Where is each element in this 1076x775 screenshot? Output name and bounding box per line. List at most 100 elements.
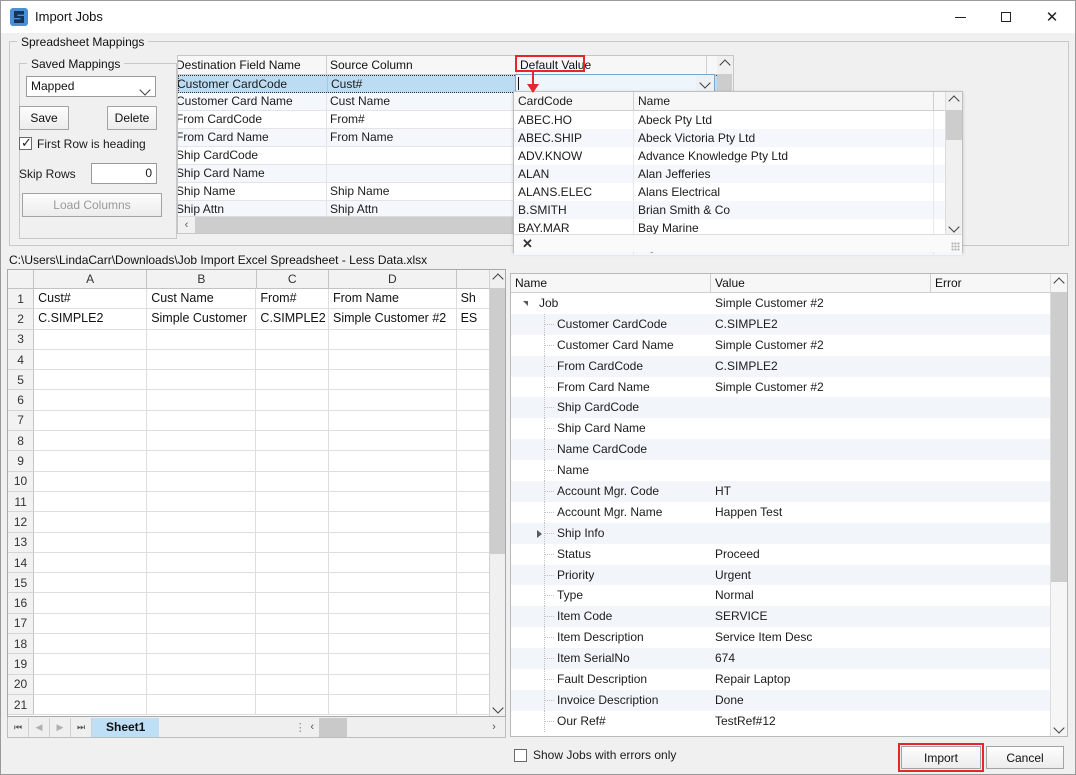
last-sheet-button[interactable]: ⏭ [71,718,92,737]
spreadsheet-row[interactable]: 19 [8,654,505,674]
spreadsheet-cell[interactable] [147,614,256,634]
tree-row[interactable]: Customer Card NameSimple Customer #2 [511,335,1067,356]
spreadsheet-cell[interactable] [256,411,329,431]
spreadsheet-vscroll-thumb[interactable] [490,288,505,554]
spreadsheet-row-header[interactable]: 8 [8,431,34,451]
spreadsheet-cell[interactable] [329,431,457,451]
spreadsheet-cell[interactable] [256,512,329,532]
spreadsheet-cell[interactable]: C.SIMPLE2 [256,309,329,329]
spreadsheet-cell[interactable] [329,330,457,350]
spreadsheet-cell[interactable] [329,675,457,695]
tree-vscrollbar[interactable] [1050,274,1067,736]
sheet-hscroll-left-icon[interactable]: ‹ [305,721,319,733]
spreadsheet-row[interactable]: 2C.SIMPLE2Simple CustomerC.SIMPLE2Simple… [8,309,505,329]
delete-button[interactable]: Delete [107,106,157,130]
spreadsheet-cell[interactable] [147,573,256,593]
tree-row[interactable]: Customer CardCodeC.SIMPLE2 [511,314,1067,335]
spreadsheet-cell[interactable] [329,390,457,410]
popup-col-cardcode[interactable]: CardCode [514,92,634,110]
spreadsheet-cell[interactable] [147,472,256,492]
tree-vscroll-thumb[interactable] [1051,292,1067,582]
spreadsheet-cell[interactable] [329,654,457,674]
minimize-button[interactable] [937,1,983,33]
tree-row[interactable]: StatusProceed [511,544,1067,565]
spreadsheet-row-header[interactable]: 9 [8,451,34,471]
maximize-button[interactable] [983,1,1029,33]
sheet-hscroll-track[interactable] [347,718,483,737]
spreadsheet-cell[interactable] [329,472,457,492]
spreadsheet-row-header[interactable]: 21 [8,695,34,715]
spreadsheet-corner-cell[interactable] [8,270,34,288]
spreadsheet-row-header[interactable]: 18 [8,634,34,654]
spreadsheet-row-header[interactable]: 6 [8,390,34,410]
spreadsheet-col-b[interactable]: B [147,270,256,288]
close-button[interactable]: ✕ [1029,1,1075,33]
show-jobs-with-errors-only-checkbox[interactable] [514,749,527,762]
spreadsheet-cell[interactable] [256,472,329,492]
spreadsheet-cell[interactable] [34,695,147,715]
tree-row[interactable]: JobSimple Customer #2 [511,293,1067,314]
spreadsheet-row[interactable]: 20 [8,675,505,695]
popup-row[interactable]: ALANS.ELECAlans Electrical [514,183,962,201]
spreadsheet-row[interactable]: 11 [8,492,505,512]
saved-mapping-select[interactable]: Mapped [26,76,156,97]
spreadsheet-row[interactable]: 21 [8,695,505,715]
tree-col-value[interactable]: Value [711,274,931,292]
spreadsheet-cell[interactable] [256,614,329,634]
mapping-col-source[interactable]: Source Column [327,56,517,74]
spreadsheet-cell[interactable] [256,675,329,695]
spreadsheet-row[interactable]: 4 [8,350,505,370]
spreadsheet-row[interactable]: 15 [8,573,505,593]
spreadsheet-row-header[interactable]: 2 [8,309,34,329]
spreadsheet-cell[interactable] [329,533,457,553]
spreadsheet-cell[interactable] [256,330,329,350]
spreadsheet-cell[interactable] [256,533,329,553]
spreadsheet-cell[interactable] [34,492,147,512]
spreadsheet-cell[interactable] [34,451,147,471]
spreadsheet-cell[interactable] [256,492,329,512]
spreadsheet-col-d[interactable]: D [329,270,457,288]
tree-row[interactable]: Name [511,460,1067,481]
spreadsheet-cell[interactable] [256,390,329,410]
spreadsheet-vscrollbar[interactable] [489,270,505,716]
spreadsheet-row-header[interactable]: 7 [8,411,34,431]
spreadsheet-cell[interactable]: C.SIMPLE2 [34,309,147,329]
tree-expander-closed-icon[interactable] [537,530,542,538]
spreadsheet-cell[interactable] [34,472,147,492]
spreadsheet-cell[interactable] [34,390,147,410]
spreadsheet-cell[interactable]: From Name [329,289,457,309]
spreadsheet-cell[interactable] [147,390,256,410]
spreadsheet-cell[interactable] [329,350,457,370]
spreadsheet-cell[interactable] [329,614,457,634]
spreadsheet-cell[interactable] [34,533,147,553]
scroll-up-icon[interactable] [717,56,732,73]
spreadsheet-row[interactable]: 13 [8,533,505,553]
spreadsheet-row-header[interactable]: 13 [8,533,34,553]
spreadsheet-cell[interactable] [329,370,457,390]
spreadsheet-row[interactable]: 12 [8,512,505,532]
spreadsheet-cell[interactable] [34,614,147,634]
popup-row[interactable]: ALANAlan Jefferies [514,165,962,183]
mapping-grid-hscrollbar[interactable]: ‹ [178,216,523,233]
tree-scroll-up-icon[interactable] [1051,274,1067,291]
sheet-hscroll-right-icon[interactable]: › [483,721,505,733]
spreadsheet-cell[interactable] [147,675,256,695]
popup-row[interactable]: ABEC.SHIPAbeck Victoria Pty Ltd [514,129,962,147]
spreadsheet-cell[interactable]: Cust Name [147,289,256,309]
spreadsheet-cell[interactable] [34,553,147,573]
tree-row[interactable]: Item DescriptionService Item Desc [511,627,1067,648]
spreadsheet-cell[interactable] [147,330,256,350]
spreadsheet-cell[interactable] [329,634,457,654]
tree-col-name[interactable]: Name [511,274,711,292]
spreadsheet-cell[interactable] [329,512,457,532]
spreadsheet-row-header[interactable]: 14 [8,553,34,573]
tree-row[interactable]: Ship Card Name [511,418,1067,439]
spreadsheet-cell[interactable] [34,411,147,431]
first-row-is-heading-checkbox[interactable]: ✓ [19,137,32,150]
spreadsheet-cell[interactable] [147,695,256,715]
tree-row[interactable]: Ship Info [511,523,1067,544]
spreadsheet-cell[interactable] [329,553,457,573]
spreadsheet-cell[interactable] [256,370,329,390]
spreadsheet-row[interactable]: 3 [8,330,505,350]
spreadsheet-row-header[interactable]: 5 [8,370,34,390]
